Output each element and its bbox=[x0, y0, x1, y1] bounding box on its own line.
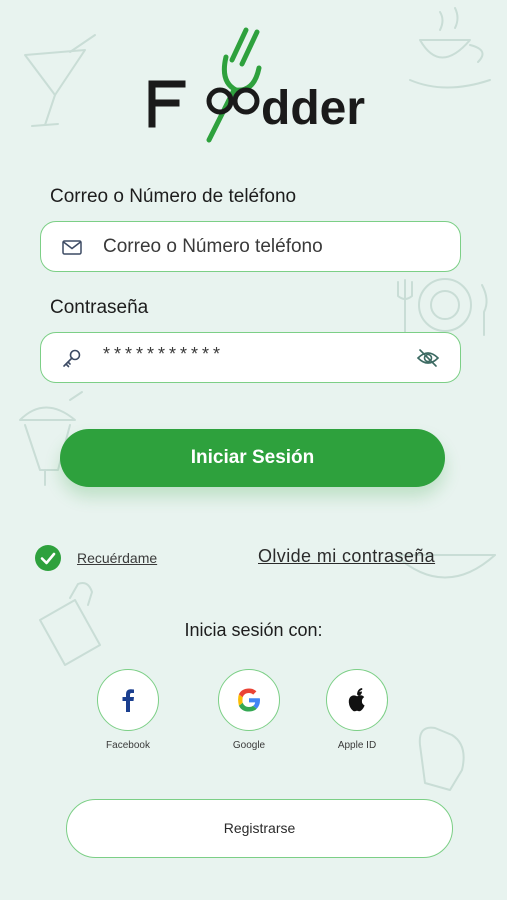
google-icon bbox=[238, 688, 260, 712]
apple-label: Apple ID bbox=[337, 740, 377, 751]
password-field[interactable]: *********** bbox=[40, 332, 461, 383]
facebook-label: Facebook bbox=[106, 740, 150, 751]
login-button[interactable]: Iniciar Sesión bbox=[60, 429, 445, 487]
email-field[interactable]: Correo o Número teléfono bbox=[40, 221, 461, 272]
remember-checkbox[interactable] bbox=[35, 545, 61, 571]
apple-login-button[interactable] bbox=[326, 669, 388, 731]
google-label: Google bbox=[232, 740, 266, 751]
facebook-icon bbox=[122, 689, 134, 712]
google-login-button[interactable] bbox=[218, 669, 280, 731]
check-icon bbox=[40, 552, 56, 565]
social-login-title: Inicia sesión con: bbox=[184, 620, 323, 640]
eye-off-icon[interactable] bbox=[416, 346, 440, 370]
foodder-logo-icon: dder bbox=[148, 27, 365, 143]
remember-label[interactable]: Recuérdame bbox=[77, 550, 157, 566]
facebook-login-button[interactable] bbox=[97, 669, 159, 731]
brand-logo: dder bbox=[0, 22, 507, 152]
mail-icon bbox=[61, 236, 83, 258]
forgot-password-link[interactable]: Olvide mi contraseña bbox=[258, 546, 435, 567]
apple-icon bbox=[348, 688, 365, 712]
password-input[interactable]: *********** bbox=[103, 330, 224, 379]
svg-text:dder: dder bbox=[261, 82, 365, 135]
register-button[interactable]: Registrarse bbox=[66, 799, 453, 858]
password-label: Contraseña bbox=[50, 297, 149, 318]
email-input[interactable]: Correo o Número teléfono bbox=[103, 222, 323, 271]
email-label: Correo o Número de teléfono bbox=[50, 186, 297, 207]
key-icon bbox=[61, 347, 83, 369]
